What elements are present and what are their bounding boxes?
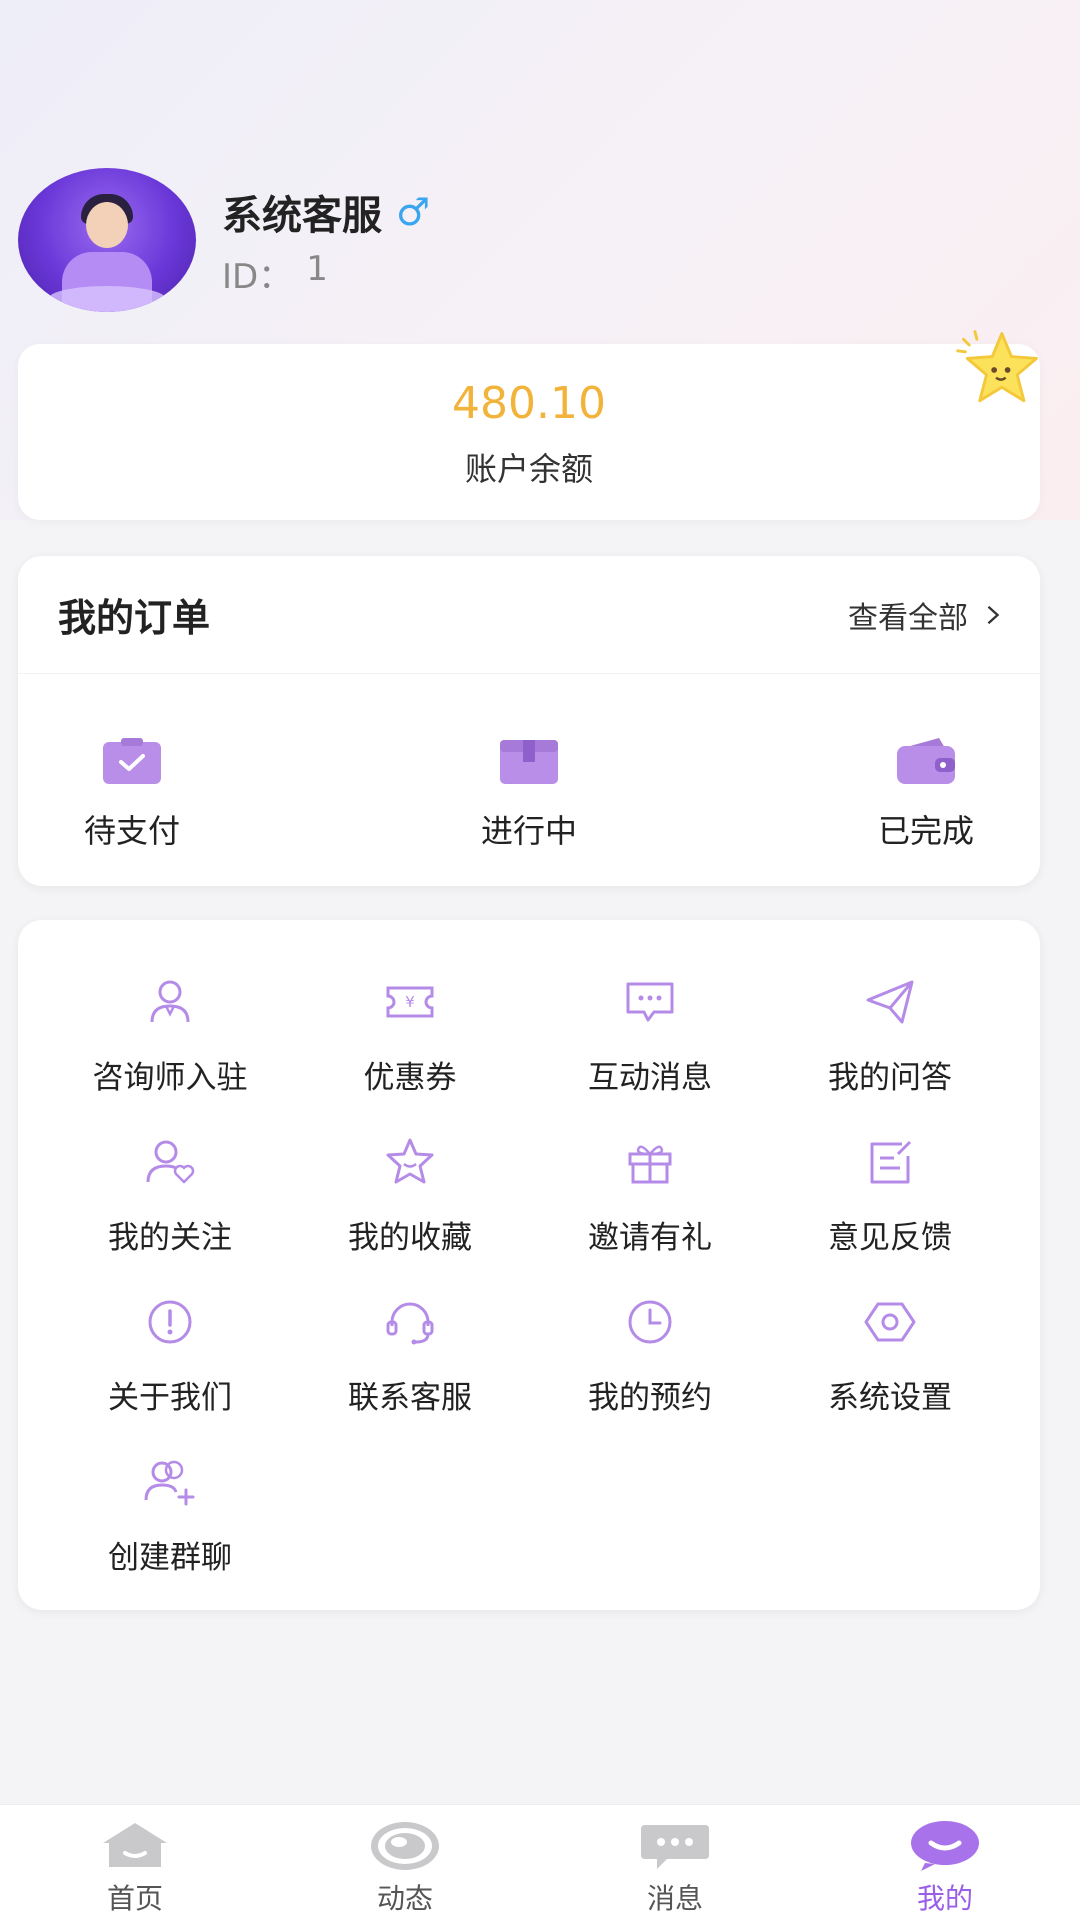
- chevron-right-icon: [987, 605, 1000, 624]
- menu-item-label: 联系客服: [348, 1380, 472, 1416]
- user-name: 系统客服: [222, 192, 382, 239]
- order-completed-label: 已完成: [877, 812, 974, 850]
- info-icon: [148, 1300, 192, 1344]
- paper-plane-icon: [866, 980, 914, 1024]
- tab-mine-label: 我的: [916, 1882, 973, 1915]
- svg-text:¥: ¥: [405, 993, 415, 1011]
- order-in-progress[interactable]: 进行中: [439, 736, 619, 852]
- tab-feed[interactable]: 动态: [270, 1805, 540, 1920]
- person-icon: [150, 980, 190, 1023]
- menu-item-label: 优惠券: [363, 1060, 457, 1096]
- chat-bubble-icon: [626, 982, 674, 1022]
- order-in-progress-label: 进行中: [480, 812, 577, 850]
- menu-item-my-follows[interactable]: 我的关注: [50, 1126, 290, 1286]
- menu-item-label: 意见反馈: [828, 1220, 952, 1256]
- profile-section[interactable]: 系统客服 ♂ ID： 1: [18, 150, 430, 330]
- view-all-orders-link[interactable]: 查看全部: [848, 593, 1004, 637]
- smile-icon: [911, 1821, 979, 1871]
- menu-item-label: 咨询师入驻: [92, 1060, 248, 1096]
- star-decoration-icon: [956, 330, 1038, 403]
- tab-feed-label: 动态: [376, 1882, 433, 1915]
- balance-card[interactable]: 480.10 账户余额: [18, 344, 1040, 520]
- tab-messages-label: 消息: [646, 1882, 703, 1915]
- orders-title: 我的订单: [58, 596, 211, 640]
- order-pending-payment[interactable]: 待支付: [42, 736, 222, 852]
- menu-item-label: 我的问答: [828, 1060, 952, 1096]
- user-info: 系统客服 ♂ ID： 1: [222, 183, 430, 298]
- male-gender-icon: ♂: [396, 189, 431, 234]
- edit-note-icon: [870, 1140, 912, 1184]
- menu-item-create-group-chat[interactable]: 创建群聊: [50, 1446, 290, 1606]
- tab-mine[interactable]: 我的: [810, 1805, 1080, 1920]
- star-icon: [386, 1138, 434, 1184]
- menu-item-feedback[interactable]: 意见反馈: [770, 1126, 1010, 1286]
- headset-icon: [386, 1302, 434, 1345]
- menu-item-about-us[interactable]: 关于我们: [50, 1286, 290, 1446]
- menu-item-label: 关于我们: [108, 1380, 232, 1416]
- user-id-label: ID：: [222, 256, 293, 297]
- balance-label: 账户余额: [464, 450, 593, 488]
- clipboard-check-icon: [103, 738, 161, 784]
- order-completed[interactable]: 已完成: [836, 736, 1016, 852]
- menu-item-invite-rewards[interactable]: 邀请有礼: [530, 1126, 770, 1286]
- menu-item-label: 系统设置: [828, 1380, 952, 1416]
- hexagon-settings-icon: [864, 1302, 916, 1342]
- eye-icon: [371, 1822, 439, 1870]
- balance-value: 480.10: [452, 378, 606, 429]
- message-icon: [641, 1825, 709, 1869]
- menu-item-counselor-join[interactable]: 咨询师入驻: [50, 966, 290, 1126]
- gift-icon: [628, 1145, 672, 1184]
- avatar[interactable]: [18, 168, 196, 312]
- menu-item-label: 互动消息: [588, 1060, 712, 1096]
- menu-card: 咨询师入驻 ¥ 优惠券 互动消息 我的问答 我的关注 我的收藏 邀请有礼 意见反…: [18, 920, 1040, 1610]
- menu-item-contact-support[interactable]: 联系客服: [290, 1286, 530, 1446]
- order-status-row: 待支付 进行中 已完成: [18, 736, 1040, 856]
- orders-header: 我的订单 查看全部: [18, 556, 1040, 674]
- coupon-icon: ¥: [386, 986, 434, 1018]
- tab-home[interactable]: 首页: [0, 1805, 270, 1920]
- bottom-tab-bar: 首页 动态 消息 我的: [0, 1804, 1080, 1920]
- view-all-label: 查看全部: [848, 600, 968, 636]
- menu-item-coupons[interactable]: ¥ 优惠券: [290, 966, 530, 1126]
- tab-messages[interactable]: 消息: [540, 1805, 810, 1920]
- menu-item-interactive-messages[interactable]: 互动消息: [530, 966, 770, 1126]
- menu-item-label: 创建群聊: [108, 1540, 232, 1576]
- menu-item-label: 我的关注: [108, 1220, 232, 1256]
- menu-item-my-favorites[interactable]: 我的收藏: [290, 1126, 530, 1286]
- order-pending-payment-label: 待支付: [83, 812, 180, 850]
- menu-item-label: 我的预约: [588, 1380, 712, 1416]
- box-icon: [500, 740, 558, 784]
- menu-item-label: 邀请有礼: [588, 1220, 712, 1256]
- tab-home-label: 首页: [106, 1882, 163, 1915]
- wallet-icon: [897, 738, 955, 784]
- user-id-value: 1: [306, 248, 328, 289]
- menu-item-my-appointments[interactable]: 我的预约: [530, 1286, 770, 1446]
- group-add-icon: [144, 1460, 195, 1506]
- home-icon: [103, 1823, 167, 1867]
- person-heart-icon: [146, 1140, 195, 1184]
- orders-card: 我的订单 查看全部 待支付 进行中 已完成: [18, 556, 1040, 886]
- menu-item-label: 我的收藏: [348, 1220, 472, 1256]
- menu-grid: 咨询师入驻 ¥ 优惠券 互动消息 我的问答 我的关注 我的收藏 邀请有礼 意见反…: [18, 966, 1040, 1606]
- menu-item-system-settings[interactable]: 系统设置: [770, 1286, 1010, 1446]
- clock-icon: [628, 1300, 672, 1344]
- menu-item-my-qa[interactable]: 我的问答: [770, 966, 1010, 1126]
